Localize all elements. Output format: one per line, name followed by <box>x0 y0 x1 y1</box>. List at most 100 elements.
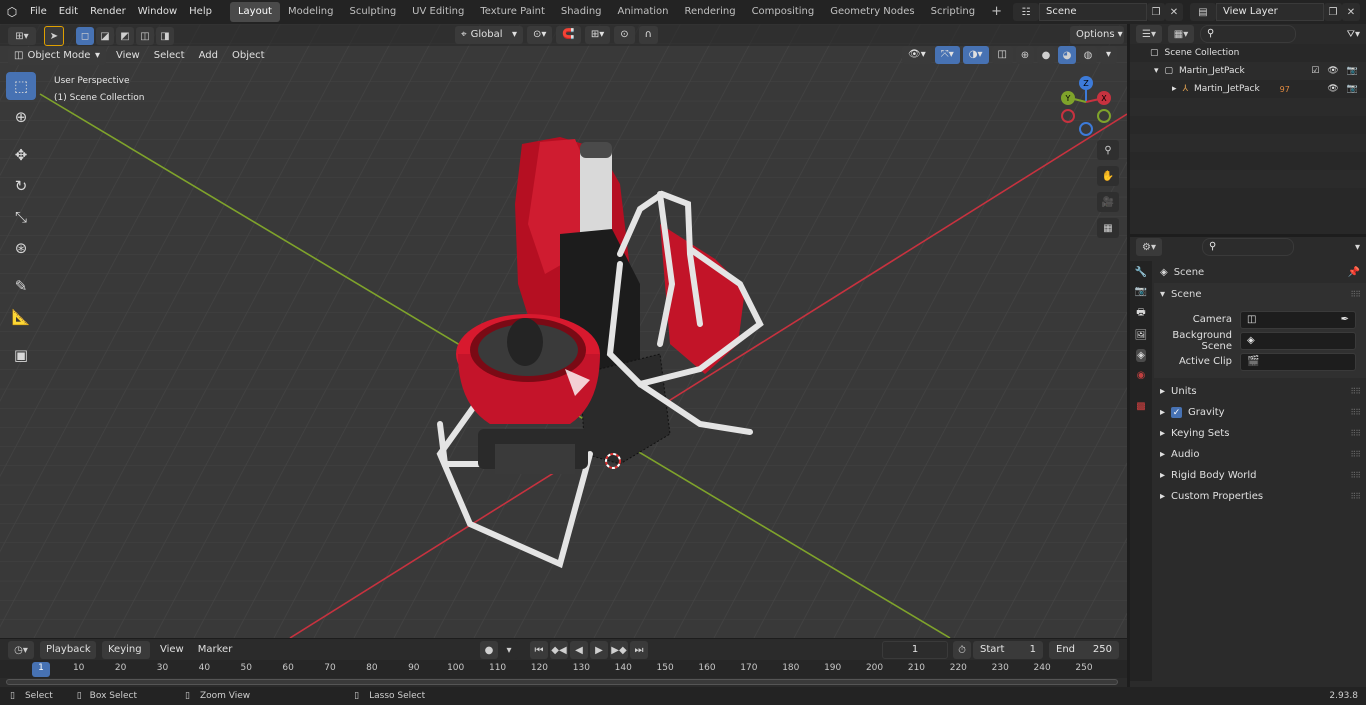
timeline-menu-marker[interactable]: Marker <box>194 640 237 660</box>
play-icon[interactable]: ▶ <box>590 641 608 659</box>
gravity-panel-header[interactable]: ▸ ✓ Gravity ⠿⠿ <box>1154 402 1366 423</box>
timeline-editor-type-icon[interactable]: ◷▾ <box>8 641 34 659</box>
copy-scene-icon[interactable]: ❐ <box>1147 3 1165 21</box>
snap-toggle[interactable]: 🧲 <box>556 26 581 44</box>
tweak-tool-icon[interactable]: ➤ <box>44 26 64 46</box>
menu-help[interactable]: Help <box>183 2 218 22</box>
scene-panel-header[interactable]: ▾ Scene ⠿⠿ <box>1154 283 1366 305</box>
shading-options-dropdown[interactable]: ▾ <box>1099 46 1117 64</box>
menu-add[interactable]: Add <box>195 46 222 66</box>
output-tab-icon[interactable]: 🖶 <box>1136 305 1145 322</box>
jump-end-icon[interactable]: ⏭ <box>630 641 648 659</box>
properties-search-input[interactable]: ⚲ <box>1202 238 1294 256</box>
select-difference-icon[interactable]: ◫ <box>136 27 154 45</box>
pin-icon[interactable]: 📌 <box>1348 267 1360 278</box>
custom-properties-panel-header[interactable]: ▸ Custom Properties ⠿⠿ <box>1154 486 1366 507</box>
tab-texture-paint[interactable]: Texture Paint <box>472 2 553 22</box>
tab-animation[interactable]: Animation <box>610 2 677 22</box>
scene-selector[interactable]: ☷ Scene ❐ ✕ <box>1013 2 1183 22</box>
view-layer-icon[interactable]: ▤ <box>1190 3 1216 21</box>
add-workspace-icon[interactable]: + <box>983 2 1010 22</box>
world-tab-icon[interactable]: ◉ <box>1137 370 1146 381</box>
outliner-editor-type-icon[interactable]: ☰▾ <box>1136 25 1162 43</box>
auto-keying-icon[interactable]: ● <box>480 641 498 659</box>
chevron-down-icon[interactable]: ▾ <box>1355 242 1360 253</box>
drag-handle-icon[interactable]: ⠿⠿ <box>1350 290 1361 299</box>
tab-compositing[interactable]: Compositing <box>744 2 823 22</box>
overlay-toggle[interactable]: ◑▾ <box>962 46 989 64</box>
object-mode-dropdown[interactable]: ◫ Object Mode ▾ <box>8 47 106 65</box>
menu-edit[interactable]: Edit <box>53 2 84 22</box>
measure-tool-icon[interactable]: 📐 <box>6 303 36 331</box>
tab-scripting[interactable]: Scripting <box>923 2 983 22</box>
camera-field[interactable]: ◫ ✒ <box>1240 310 1356 329</box>
drag-handle-icon[interactable]: ⠿⠿ <box>1350 387 1361 396</box>
drag-handle-icon[interactable]: ⠿⠿ <box>1350 408 1361 417</box>
view-layer-field[interactable]: View Layer <box>1216 3 1324 21</box>
add-cube-tool-icon[interactable]: ▣ <box>6 341 36 369</box>
camera-view-icon[interactable]: 🎥 <box>1097 192 1119 212</box>
transform-orientation-dropdown[interactable]: ⌖ Global ▾ <box>455 26 523 44</box>
drag-handle-icon[interactable]: ⠿⠿ <box>1350 429 1361 438</box>
next-keyframe-icon[interactable]: ▶◆ <box>610 641 628 659</box>
menu-select[interactable]: Select <box>150 46 189 66</box>
zoom-icon[interactable]: ⚲ <box>1097 140 1119 160</box>
keying-sets-panel-header[interactable]: ▸ Keying Sets ⠿⠿ <box>1154 423 1366 444</box>
play-reverse-icon[interactable]: ◀ <box>570 641 588 659</box>
tool-tab-icon[interactable]: 🔧 <box>1135 267 1147 278</box>
camera-render-icon[interactable]: 📷 <box>1347 84 1358 94</box>
drag-handle-icon[interactable]: ⠿⠿ <box>1350 471 1361 480</box>
menu-file[interactable]: File <box>24 2 53 22</box>
tab-shading[interactable]: Shading <box>553 2 610 22</box>
filter-icon[interactable]: ⛛▾ <box>1347 29 1360 40</box>
scale-tool-icon[interactable]: ⤡ <box>6 203 36 231</box>
xray-toggle[interactable]: ◫ <box>991 46 1013 64</box>
tab-rendering[interactable]: Rendering <box>676 2 743 22</box>
gravity-checkbox[interactable]: ✓ <box>1171 407 1183 418</box>
stopwatch-icon[interactable]: ⏱ <box>953 641 971 659</box>
select-extend-icon[interactable]: ◪ <box>96 27 114 45</box>
chevron-down-icon[interactable]: ▾ <box>500 641 518 659</box>
current-frame-field[interactable]: 1 <box>882 641 948 659</box>
tab-uv-editing[interactable]: UV Editing <box>404 2 472 22</box>
material-shading-icon[interactable]: ◕ <box>1057 46 1076 64</box>
select-subtract-icon[interactable]: ◩ <box>116 27 134 45</box>
start-frame-field[interactable]: Start 1 <box>973 641 1043 659</box>
rigid-body-world-panel-header[interactable]: ▸ Rigid Body World ⠿⠿ <box>1154 465 1366 486</box>
outliner-search-input[interactable]: ⚲ <box>1200 25 1296 43</box>
view-layer-tab-icon[interactable]: 🖼 <box>1135 330 1148 341</box>
editor-type-selector[interactable]: ⊞▾ <box>8 27 36 45</box>
neg-y-handle[interactable] <box>1097 109 1111 123</box>
annotate-tool-icon[interactable]: ✎ <box>6 272 36 300</box>
properties-editor-type-icon[interactable]: ⚙▾ <box>1136 238 1162 256</box>
outliner-row-collection[interactable]: ▾ ▢ Martin_JetPack ☑ 👁 📷 <box>1130 62 1366 80</box>
end-frame-field[interactable]: End 250 <box>1049 641 1119 659</box>
delete-view-layer-icon[interactable]: ✕ <box>1342 3 1360 21</box>
pivot-point-dropdown[interactable]: ⊙▾ <box>527 26 553 44</box>
perspective-toggle-icon[interactable]: ▦ <box>1097 218 1119 238</box>
audio-panel-header[interactable]: ▸ Audio ⠿⠿ <box>1154 444 1366 465</box>
blender-logo-icon[interactable]: ⬡ <box>0 5 24 19</box>
render-tab-icon[interactable]: 📷 <box>1135 286 1147 297</box>
visibility-dropdown[interactable]: 👁▾ <box>902 46 932 64</box>
expand-arrow-icon[interactable]: ▾ <box>1154 66 1159 76</box>
tab-modeling[interactable]: Modeling <box>280 2 342 22</box>
timeline-scrollbar[interactable] <box>6 679 1118 685</box>
menu-view[interactable]: View <box>112 46 144 66</box>
units-panel-header[interactable]: ▸ Units ⠿⠿ <box>1154 381 1366 402</box>
falloff-dropdown[interactable]: ∩ <box>638 26 658 44</box>
active-clip-field[interactable]: 🎬 <box>1240 352 1356 371</box>
display-mode-icon[interactable]: ▦▾ <box>1168 25 1194 43</box>
gizmo-toggle[interactable]: ⤧▾ <box>934 46 960 64</box>
scene-name-field[interactable]: Scene <box>1039 3 1147 21</box>
solid-shading-icon[interactable]: ● <box>1036 46 1055 64</box>
eyedropper-icon[interactable]: ✒ <box>1341 312 1349 328</box>
eye-icon[interactable]: 👁 <box>1327 84 1338 94</box>
keying-dropdown[interactable]: Keying ▾ <box>102 641 150 673</box>
outliner-row-scene-collection[interactable]: ▢ Scene Collection <box>1130 44 1366 62</box>
cursor-tool-icon[interactable]: ⊕ <box>6 103 36 131</box>
select-intersect-icon[interactable]: ◨ <box>156 27 174 45</box>
proportional-edit-toggle[interactable]: ⊙ <box>614 26 635 44</box>
move-tool-icon[interactable]: ✥ <box>6 141 36 169</box>
texture-tab-icon[interactable]: ▩ <box>1136 401 1145 412</box>
